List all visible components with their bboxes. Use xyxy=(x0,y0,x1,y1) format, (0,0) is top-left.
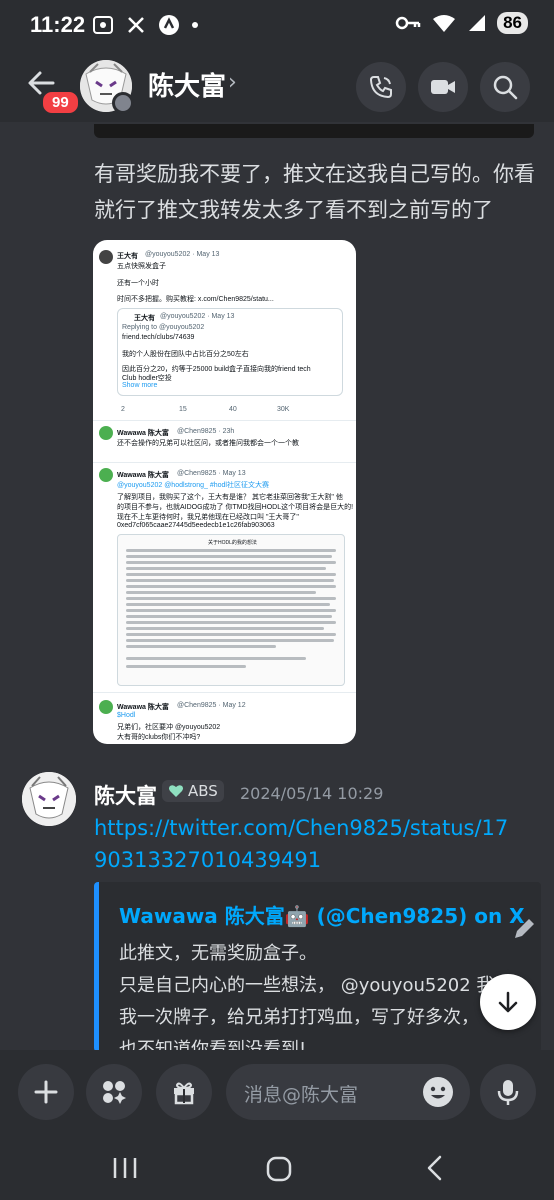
voice-message-button[interactable] xyxy=(480,1064,536,1120)
tweet-link[interactable]: https://twitter.com/Chen9825/status/1790… xyxy=(94,812,514,876)
link-embed[interactable]: Wawawa 陈大富🤖 (@Chen9825) on X 此推文，无需奖励盒子。… xyxy=(94,882,541,1052)
scroll-to-bottom-button[interactable] xyxy=(480,974,536,1030)
tweet-author: Wawawa 陈大富 xyxy=(117,704,169,711)
arrow-down-icon xyxy=(498,991,518,1013)
microphone-icon xyxy=(497,1080,519,1105)
view-count: 30K xyxy=(277,406,290,413)
embed-title[interactable]: Wawawa 陈大富🤖 (@Chen9825) on X xyxy=(119,900,525,929)
quote-text: 我的个人股份在团队中占比百分之50左右 xyxy=(122,351,249,358)
guild-tag-label: ABS xyxy=(188,782,218,800)
quote-author: 王大有 xyxy=(134,315,155,322)
show-more-link: Show more xyxy=(122,382,158,389)
page-title[interactable]: 陈大富 xyxy=(148,66,226,103)
tweet-handle: @Chen9825 · 23h xyxy=(177,428,235,435)
tweet-text: 的项目不参与，也就AIDOG成功了 你TMD找回HODL这个项目将会是巨大的! xyxy=(117,504,354,511)
video-camera-icon xyxy=(431,80,455,94)
tweet-text: 兄弟们，社区要冲 @youyou5202 xyxy=(117,724,221,731)
plus-icon xyxy=(34,1080,58,1104)
tweet-text: 还有一个小时 xyxy=(117,280,159,287)
battery-indicator: 86 xyxy=(497,12,528,34)
message-input-placeholder: 消息@陈大富 xyxy=(244,1084,359,1106)
status-system-icons: 86 xyxy=(395,12,528,34)
divider xyxy=(93,420,356,421)
tweet-handle: @youyou5202 · May 13 xyxy=(145,251,220,258)
chevron-right-icon[interactable]: › xyxy=(228,70,237,95)
signal-icon xyxy=(469,15,486,31)
tweet-avatar xyxy=(99,426,113,440)
chat-header: 99 陈大富 › xyxy=(0,52,554,122)
tweet-text: 五点快照发盒子 xyxy=(117,263,166,270)
tweet-text: $Hodl xyxy=(117,712,136,719)
search-button[interactable] xyxy=(480,62,530,112)
tweet-text: 现在不上车更待何时，我兄弟他现在已经改口叫 "王大哥了" xyxy=(117,514,299,521)
apps-button[interactable] xyxy=(86,1064,142,1120)
tweet-handle: @Chen9825 · May 13 xyxy=(177,470,246,477)
tweet-text: 还不会操作的兄弟可以社区问，或者推问我都会一个一个教 xyxy=(117,440,299,447)
emoji-icon[interactable] xyxy=(422,1076,454,1108)
message-timestamp: 2024/05/14 10:29 xyxy=(240,784,384,803)
guild-tag[interactable]: ABS xyxy=(162,780,224,802)
notification-dot-icon xyxy=(192,22,198,28)
pencil-icon xyxy=(515,919,534,938)
status-bar: 11:22 86 xyxy=(0,0,554,52)
status-app-icons xyxy=(92,14,198,36)
retweet-count: 15 xyxy=(179,406,187,413)
reply-count: 2 xyxy=(121,406,125,413)
previous-image-attachment[interactable] xyxy=(94,124,534,138)
status-time: 11:22 xyxy=(30,12,86,37)
tweet-text: 了解到项目，我购买了这个，王大有是谁？ 其它老韭菜回答我"王大割" 他 xyxy=(117,494,343,501)
quote-reply: Replying to @youyou5202 xyxy=(122,324,205,331)
divider xyxy=(93,692,356,693)
tweet-avatar xyxy=(99,250,113,264)
quote-tweet: 王大有 @youyou5202 · May 13 Replying to @yo… xyxy=(117,308,343,396)
phone-icon xyxy=(369,76,392,99)
doc-title: 关于HODL的我的想法 xyxy=(208,540,257,546)
unread-badge: 99 xyxy=(40,89,81,116)
status-indicator xyxy=(112,92,134,114)
tweet-author: Wawawa 陈大富 xyxy=(117,472,169,479)
tweet-avatar xyxy=(99,468,113,482)
gift-icon xyxy=(174,1082,194,1105)
x-app-icon xyxy=(128,17,144,33)
message-input[interactable]: 消息@陈大富 xyxy=(226,1064,470,1120)
system-nav-bar xyxy=(0,1126,554,1200)
tweet-text: 时间不多把握。购买教程: x.com/Chen9825/statu... xyxy=(117,296,274,303)
home-icon[interactable] xyxy=(266,1156,292,1182)
embed-description: 此推文，无需奖励盒子。 只是自己内心的一些想法， @youyou5202 我 我… xyxy=(119,943,494,1052)
video-call-button[interactable] xyxy=(418,62,468,112)
tweet-document-image: 关于HODL的我的想法 xyxy=(117,534,345,686)
recent-apps-icon[interactable] xyxy=(112,1156,138,1180)
back-nav-icon[interactable] xyxy=(424,1154,444,1182)
tweet-avatar xyxy=(99,700,113,714)
tweet-text: 大有哥的clubs你们不冲吗? xyxy=(117,734,201,741)
tweet-screenshot-image[interactable]: 王大有 @youyou5202 · May 13 五点快照发盒子 还有一个小时 … xyxy=(93,240,356,744)
like-count: 40 xyxy=(229,406,237,413)
apps-sparkle-icon xyxy=(103,1081,126,1104)
message-text: 有哥奖励我不要了，推文在这我自己写的。你看就行了推文我转发太多了看不到之前写的了 xyxy=(94,162,535,222)
gift-button[interactable] xyxy=(156,1064,212,1120)
tweet-author: Wawawa 陈大富 xyxy=(117,430,169,437)
wifi-icon xyxy=(433,15,456,32)
call-button[interactable] xyxy=(356,62,406,112)
divider xyxy=(93,462,356,463)
quote-link: friend.tech/clubs/74639 xyxy=(122,334,195,341)
tweet-text: 0xed7cf065caae27445d5eedecb1e1c26fab9030… xyxy=(117,522,275,529)
screenshot-icon xyxy=(93,16,113,34)
tweet-handle: @Chen9825 · May 12 xyxy=(177,702,246,709)
tweet-author: 王大有 xyxy=(117,253,138,260)
quote-handle: @youyou5202 · May 13 xyxy=(160,313,235,320)
avatar[interactable] xyxy=(22,772,76,826)
key-icon xyxy=(395,16,421,30)
heart-icon xyxy=(169,785,183,797)
message-author[interactable]: 陈大富 xyxy=(94,780,157,810)
search-icon xyxy=(493,75,518,100)
add-attachment-button[interactable] xyxy=(18,1064,74,1120)
app-icon xyxy=(159,15,179,35)
tweet-tags: @youyou5202 @hodlstrong_ #hodl社区征文大赛 xyxy=(117,482,269,489)
